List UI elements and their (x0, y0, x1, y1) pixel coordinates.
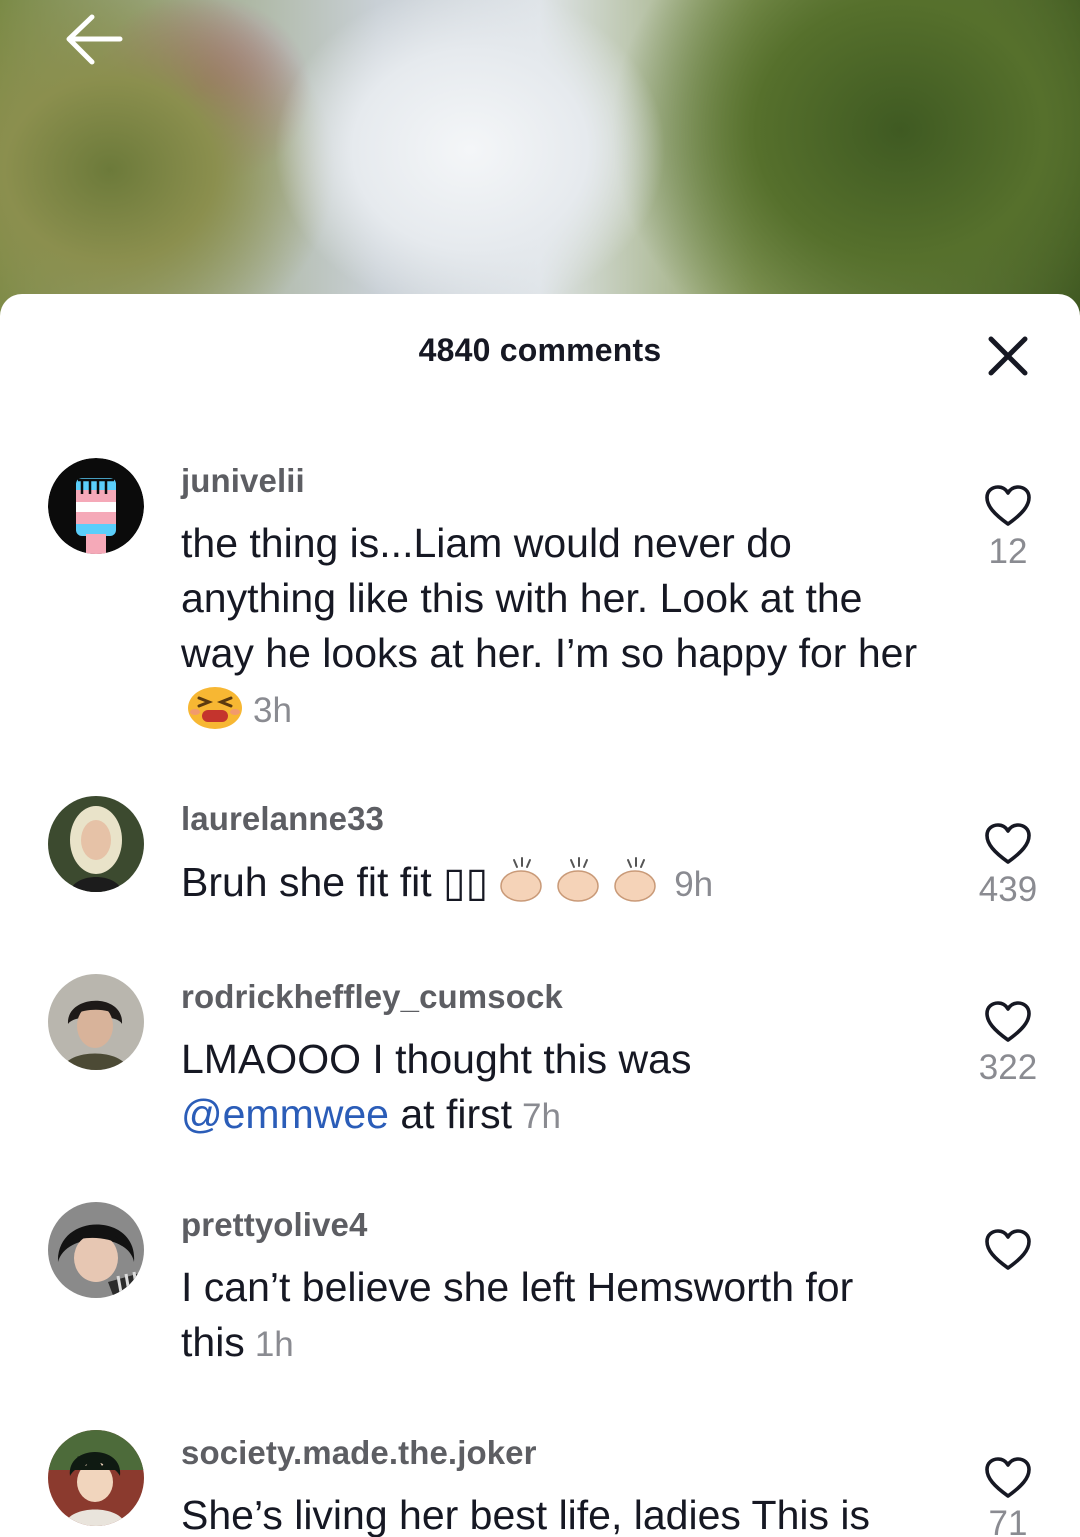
comment-timestamp: 7h (522, 1097, 561, 1136)
avatar[interactable] (48, 974, 144, 1070)
comment-text: She’s living her best life, ladies This … (181, 1488, 941, 1537)
comment-body: She’s living her best life, ladies This … (181, 1492, 870, 1537)
comment-text: I can’t believe she left Hemsworth for t… (181, 1260, 941, 1372)
comment-username[interactable]: society.made.the.joker (181, 1434, 537, 1472)
comment-username[interactable]: rodrickheffley_cumsock (181, 978, 563, 1016)
like-count: 322 (978, 1048, 1038, 1087)
back-button[interactable] (62, 12, 126, 68)
comment-text: the thing is...Liam would never do anyth… (181, 516, 941, 744)
comment-body: the thing is...Liam would never do anyth… (181, 520, 918, 676)
comment-body-end: at first (400, 1091, 512, 1137)
comment-timestamp: 1h (254, 1325, 294, 1364)
comment-username[interactable]: laurelanne33 (181, 800, 384, 838)
heart-outline-icon (985, 1001, 1031, 1042)
close-button[interactable] (986, 334, 1030, 378)
avatar[interactable] (48, 1202, 144, 1298)
heart-outline-icon (985, 1457, 1031, 1498)
like-count: 439 (978, 870, 1038, 909)
comment-username[interactable]: prettyolive4 (181, 1206, 367, 1244)
comment-body: Bruh she fit fit ▯▯ (181, 859, 489, 905)
tired-face-emoji-icon (187, 684, 243, 744)
like-count: 12 (988, 532, 1028, 571)
like-button[interactable]: 71 (976, 1456, 1040, 1537)
comments-sheet: 4840 comments junivelii the thing is...L… (0, 294, 1080, 1537)
like-button[interactable]: 322 (976, 1000, 1040, 1088)
close-icon (988, 336, 1028, 376)
mention-link[interactable]: @emmwee (181, 1091, 389, 1137)
like-button[interactable]: 12 (976, 484, 1040, 572)
like-button[interactable] (976, 1228, 1040, 1276)
video-background (0, 0, 1080, 340)
comment-timestamp: 3h (253, 691, 292, 730)
comment-text: Bruh she fit fit ▯▯ 9h (181, 854, 941, 918)
comment-timestamp: 9h (674, 865, 714, 904)
avatar[interactable] (48, 1430, 144, 1526)
comment-username[interactable]: junivelii (181, 462, 305, 500)
comments-header: 4840 comments (0, 294, 1080, 412)
clapping-hands-emoji-icon (494, 854, 664, 918)
like-count: 71 (988, 1504, 1028, 1537)
like-button[interactable]: 439 (976, 822, 1040, 910)
avatar[interactable] (48, 458, 144, 554)
heart-outline-icon (985, 823, 1031, 864)
comment-text: LMAOOO I thought this was @emmwee at fir… (181, 1032, 941, 1144)
heart-outline-icon (985, 485, 1031, 526)
arrow-left-icon (66, 14, 123, 65)
comment-count-title: 4840 comments (418, 332, 662, 368)
comment-body-start: LMAOOO I thought this was (181, 1036, 692, 1082)
heart-outline-icon (985, 1229, 1031, 1270)
avatar[interactable] (48, 796, 144, 892)
